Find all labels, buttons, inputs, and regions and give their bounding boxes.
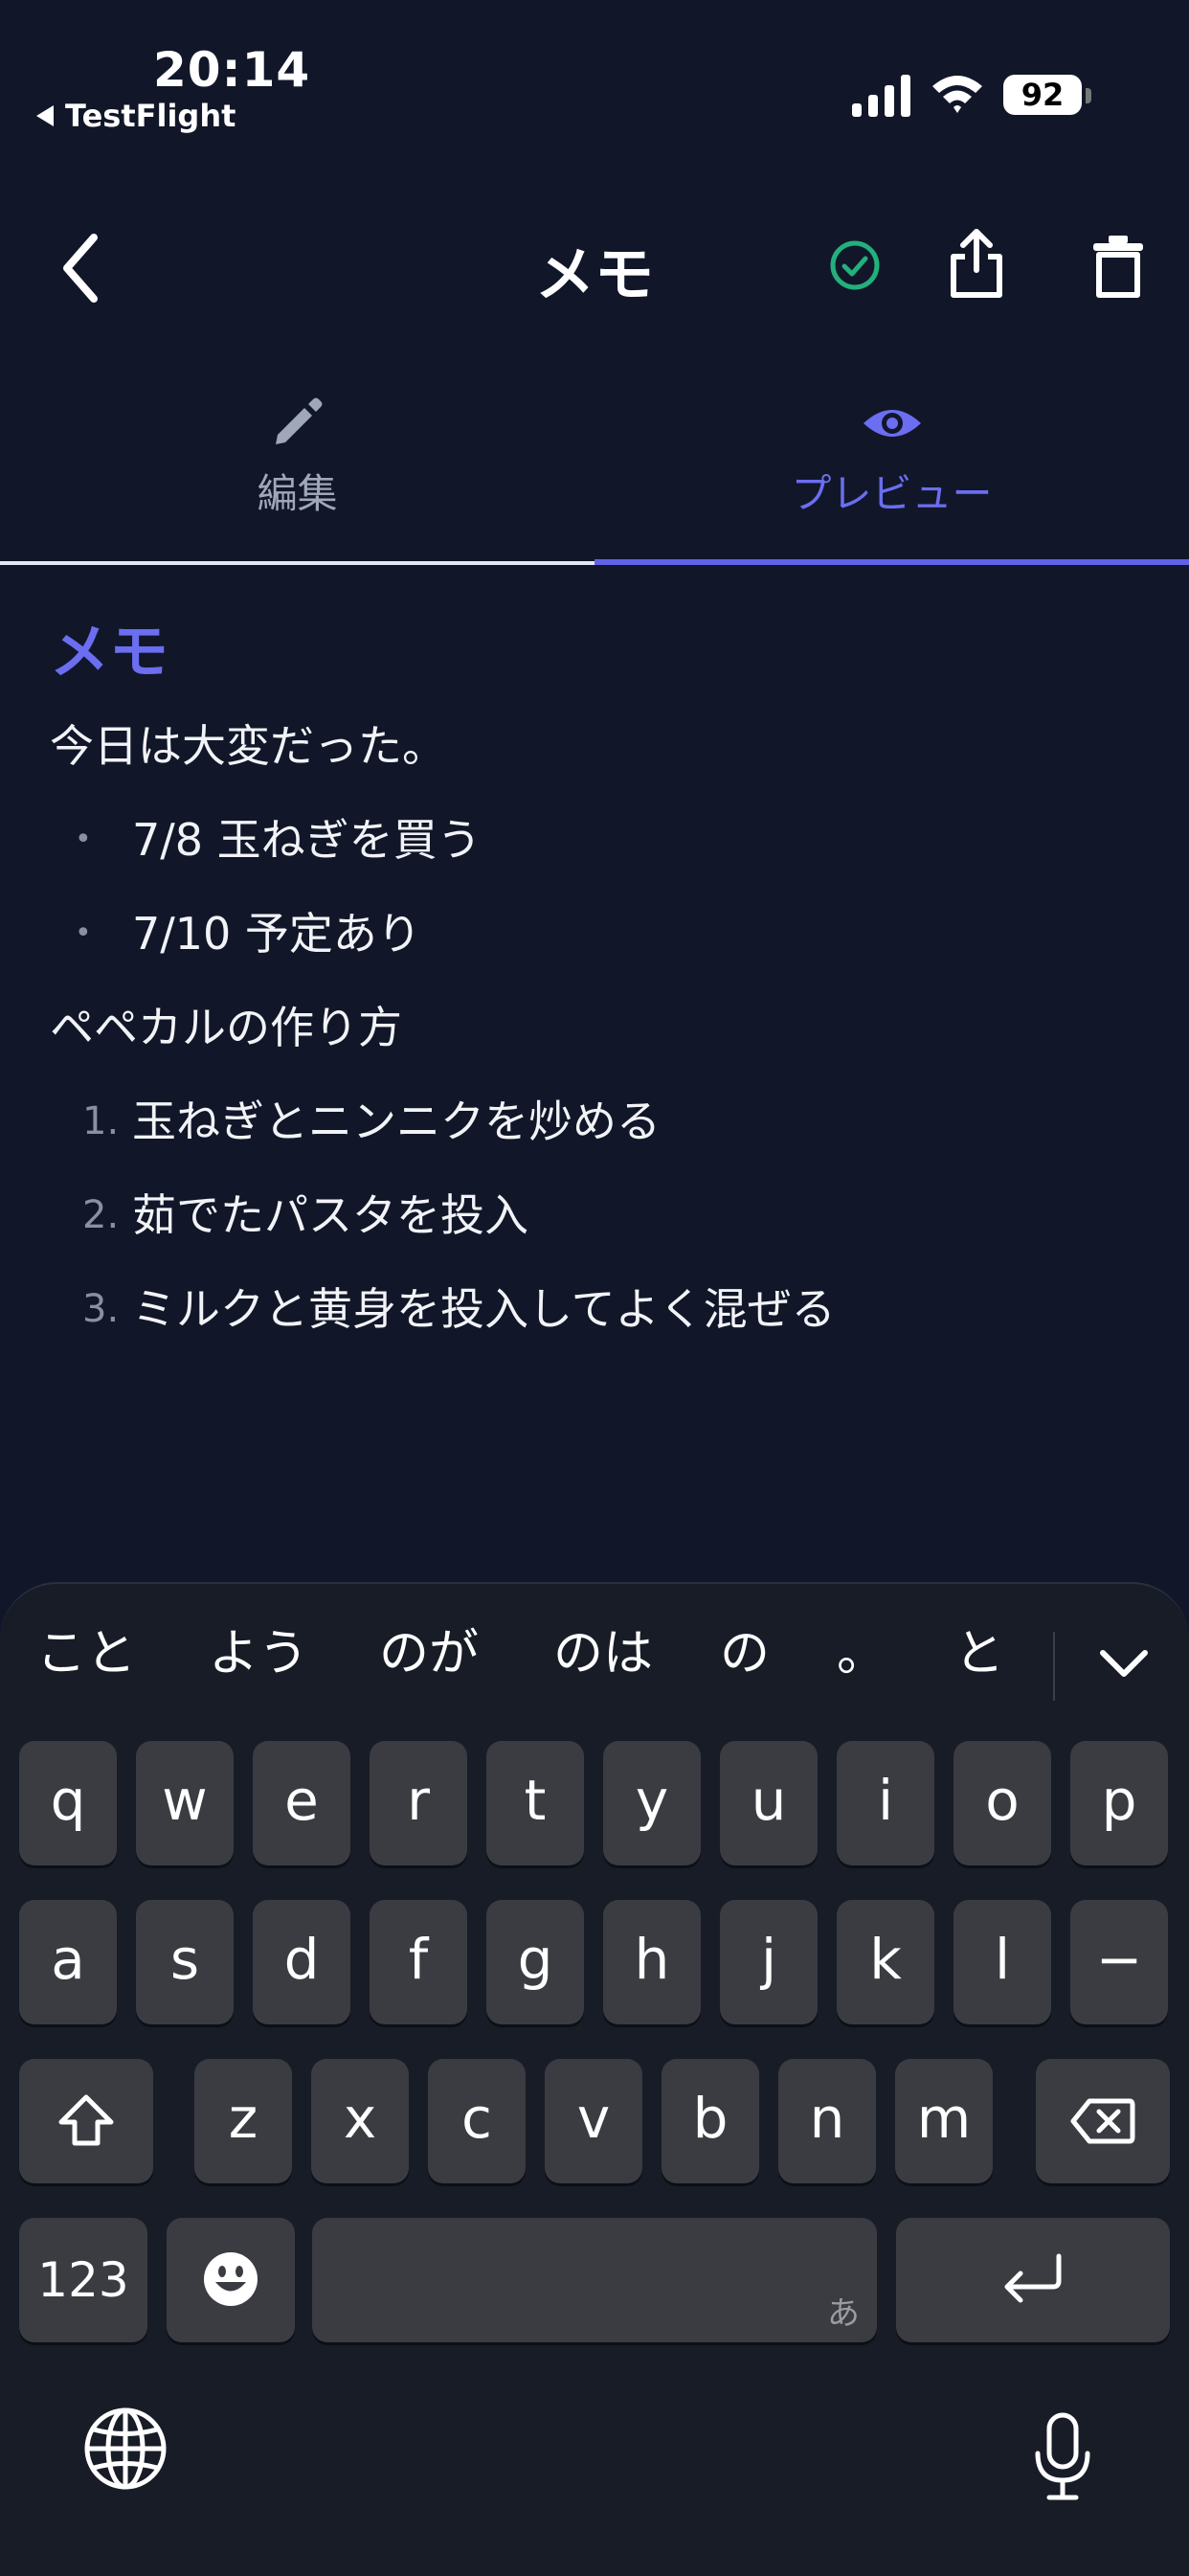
number-marker: 2. bbox=[82, 1193, 120, 1237]
saved-check-icon bbox=[830, 240, 880, 290]
suggestion-item[interactable]: のは bbox=[536, 1601, 670, 1706]
number-marker: 3. bbox=[82, 1287, 120, 1331]
numbers-key[interactable]: 123 bbox=[19, 2218, 147, 2342]
key-z[interactable]: z bbox=[194, 2059, 292, 2183]
key-j[interactable]: j bbox=[720, 1900, 818, 2024]
numbered-item: 3. ミルクと黄身を投入してよく混ぜる bbox=[50, 1262, 1141, 1356]
return-icon bbox=[1004, 2253, 1062, 2303]
key-q[interactable]: q bbox=[19, 1741, 117, 1865]
bullet-text: 7/8 玉ねぎを買う bbox=[132, 814, 482, 866]
preview-paragraph: ペペカルの作り方 bbox=[50, 1002, 402, 1053]
numbered-text: 茹でたパスタを投入 bbox=[132, 1189, 528, 1241]
chevron-down-icon[interactable] bbox=[1095, 1643, 1153, 1685]
active-tab-indicator bbox=[594, 559, 1189, 565]
pencil-icon bbox=[275, 397, 322, 444]
space-key[interactable]: あ bbox=[312, 2218, 877, 2342]
key-c[interactable]: c bbox=[428, 2059, 526, 2183]
delete-key[interactable] bbox=[1036, 2059, 1170, 2183]
key-o[interactable]: o bbox=[953, 1741, 1051, 1865]
key-a[interactable]: a bbox=[19, 1900, 117, 2024]
suggestion-item[interactable]: の bbox=[697, 1601, 793, 1706]
numbered-item: 2. 茹でたパスタを投入 bbox=[50, 1168, 1141, 1262]
preview-heading: メモ bbox=[50, 617, 169, 687]
key-u[interactable]: u bbox=[720, 1741, 818, 1865]
key-k[interactable]: k bbox=[837, 1900, 934, 2024]
tab-edit[interactable]: 編集 bbox=[0, 383, 594, 565]
emoji-icon bbox=[204, 2252, 258, 2306]
key-n[interactable]: n bbox=[778, 2059, 876, 2183]
key-d[interactable]: d bbox=[253, 1900, 350, 2024]
cellular-signal-icon bbox=[852, 75, 910, 117]
globe-icon[interactable] bbox=[82, 2406, 168, 2492]
numbered-item: 1. 玉ねぎとニンニクを炒める bbox=[50, 1074, 1141, 1168]
bullet-item: • 7/8 玉ねぎを買う bbox=[50, 793, 1141, 887]
page-title: メモ bbox=[534, 239, 654, 309]
suggestion-item[interactable]: よう bbox=[191, 1601, 325, 1706]
suggestion-item[interactable]: のが bbox=[362, 1601, 496, 1706]
preview-paragraph: 今日は大変だった。 bbox=[50, 720, 446, 772]
markdown-preview: メモ 今日は大変だった。 • 7/8 玉ねぎを買う • 7/10 予定あり ペペ… bbox=[50, 613, 1141, 1356]
wifi-icon bbox=[932, 76, 982, 113]
key-w[interactable]: w bbox=[136, 1741, 234, 1865]
space-key-hint: あ bbox=[827, 2294, 860, 2333]
key-r[interactable]: r bbox=[370, 1741, 467, 1865]
microphone-icon[interactable] bbox=[1032, 2411, 1093, 2503]
tab-edit-label: 編集 bbox=[257, 470, 338, 517]
back-app-label: TestFlight bbox=[65, 98, 236, 134]
shift-key[interactable] bbox=[19, 2059, 153, 2183]
suggestion-item[interactable]: 。 bbox=[823, 1601, 900, 1706]
key-v[interactable]: v bbox=[545, 2059, 642, 2183]
share-icon[interactable] bbox=[948, 226, 1005, 301]
key-b[interactable]: b bbox=[662, 2059, 759, 2183]
tab-edit-icon-wrap bbox=[0, 393, 594, 450]
numbers-key-label: 123 bbox=[37, 2252, 129, 2308]
keyboard: こと よう のが のは の 。 と q w e r t y u i o p a … bbox=[0, 1582, 1189, 2576]
suggestion-item[interactable]: こと bbox=[19, 1601, 153, 1706]
key-p[interactable]: p bbox=[1070, 1741, 1168, 1865]
battery-tip bbox=[1086, 88, 1091, 103]
bullet-marker: • bbox=[75, 916, 92, 950]
number-marker: 1. bbox=[82, 1099, 120, 1143]
nav-header: メモ bbox=[0, 192, 1189, 345]
key-l[interactable]: l bbox=[953, 1900, 1051, 2024]
numbered-text: 玉ねぎとニンニクを炒める bbox=[132, 1096, 661, 1147]
key-h[interactable]: h bbox=[603, 1900, 701, 2024]
status-time: 20:14 bbox=[153, 42, 311, 98]
suggestion-divider bbox=[1053, 1632, 1055, 1701]
key-i[interactable]: i bbox=[837, 1741, 934, 1865]
suggestion-item[interactable]: と bbox=[936, 1601, 1022, 1706]
bullet-item: • 7/10 予定あり bbox=[50, 887, 1141, 981]
shift-icon bbox=[58, 2094, 114, 2146]
return-key[interactable] bbox=[896, 2218, 1170, 2342]
battery-indicator: 92 bbox=[1003, 75, 1082, 115]
key-g[interactable]: g bbox=[486, 1900, 584, 2024]
emoji-key[interactable] bbox=[167, 2218, 295, 2342]
status-bar: 20:14 TestFlight 92 bbox=[0, 0, 1189, 134]
back-to-app-link[interactable]: TestFlight bbox=[36, 98, 236, 134]
tab-preview-label: プレビュー bbox=[791, 470, 993, 517]
backspace-icon bbox=[1070, 2098, 1135, 2144]
numbered-text: ミルクと黄身を投入してよく混ぜる bbox=[132, 1283, 836, 1335]
trash-icon[interactable] bbox=[1091, 234, 1145, 299]
key-f[interactable]: f bbox=[370, 1900, 467, 2024]
key-s[interactable]: s bbox=[136, 1900, 234, 2024]
key-t[interactable]: t bbox=[486, 1741, 584, 1865]
key-dash[interactable]: − bbox=[1070, 1900, 1168, 2024]
key-e[interactable]: e bbox=[253, 1741, 350, 1865]
tab-preview-icon-wrap bbox=[594, 393, 1189, 450]
suggestion-bar: こと よう のが のは の 。 と bbox=[0, 1601, 1189, 1706]
tab-preview[interactable]: プレビュー bbox=[594, 383, 1189, 565]
tab-divider bbox=[0, 561, 594, 565]
key-m[interactable]: m bbox=[895, 2059, 993, 2183]
eye-icon bbox=[863, 410, 921, 437]
back-triangle-icon bbox=[36, 105, 54, 126]
key-x[interactable]: x bbox=[311, 2059, 409, 2183]
mode-tabs: 編集 プレビュー bbox=[0, 383, 1189, 565]
bullet-text: 7/10 予定あり bbox=[132, 908, 421, 960]
key-y[interactable]: y bbox=[603, 1741, 701, 1865]
bullet-marker: • bbox=[75, 823, 92, 856]
